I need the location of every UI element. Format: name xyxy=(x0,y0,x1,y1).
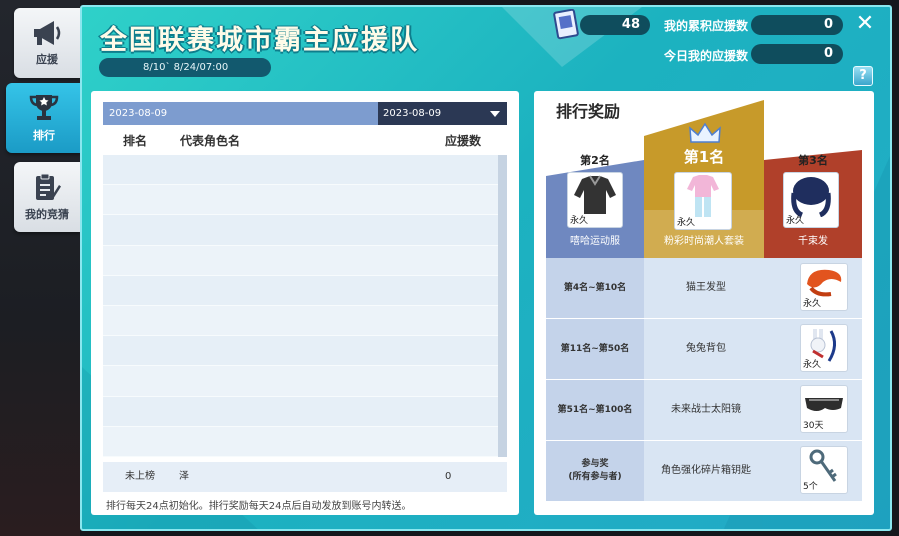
table-row xyxy=(103,215,507,246)
tab-my-bets-label: 我的竞猜 xyxy=(25,208,69,221)
ranking-note: 排行每天24点初始化。排行奖励每天24点后自动发放到账号内转送。 xyxy=(106,501,412,512)
date-from: 2023-08-09 xyxy=(109,108,168,119)
duration-tag: 永久 xyxy=(786,216,805,226)
date-dropdown[interactable]: 2023-08-09 xyxy=(378,102,507,125)
my-total-label: 我的累积应援数 xyxy=(664,19,749,33)
ticket-count: 48 xyxy=(580,15,650,35)
table-row xyxy=(103,245,507,276)
table-row xyxy=(103,305,507,337)
scrollbar[interactable] xyxy=(498,155,507,457)
tab-my-bets[interactable]: 我的竞猜 xyxy=(14,162,80,232)
my-count: 0 xyxy=(445,471,452,482)
tier-rank: 第11名~第50名 xyxy=(546,319,644,379)
duration-tag: 永久 xyxy=(803,360,822,370)
tier-item-name: 猫王发型 xyxy=(686,282,726,293)
tier-rank: 第51名~第100名 xyxy=(546,380,644,440)
podium-second-item: 嘻哈运动服 xyxy=(570,236,620,247)
tier-item-name: 未来战士太阳镜 xyxy=(671,404,741,415)
item-slot-chisato-hair[interactable]: 永久 xyxy=(783,172,839,228)
tab-ranking-label: 排行 xyxy=(33,129,55,142)
close-button[interactable]: ✕ xyxy=(854,13,876,35)
ticket-icon xyxy=(553,9,579,40)
podium-first-rank: 第1名 xyxy=(683,148,725,166)
table-row xyxy=(103,185,507,216)
duration-tag: 永久 xyxy=(803,299,822,309)
duration-tag: 5个 xyxy=(803,482,818,492)
ranking-table xyxy=(103,155,507,457)
trophy-icon xyxy=(29,95,59,120)
megaphone-icon xyxy=(34,21,61,45)
duration-tag: 永久 xyxy=(677,218,696,228)
my-rank-row: 未上榜 泽 0 xyxy=(103,462,507,492)
column-character: 代表角色名 xyxy=(180,134,241,148)
tier-item-name: 角色强化碎片箱钥匙 xyxy=(661,465,751,476)
tier-rank: 参与奖 (所有参与者) xyxy=(546,441,644,501)
hair-icon xyxy=(791,177,831,218)
tier-rank: 第4名~第10名 xyxy=(546,258,644,318)
item-slot-pastel-suit[interactable]: 永久 xyxy=(674,172,732,230)
tab-cheer-label: 应援 xyxy=(36,53,58,66)
reward-tier-4-10: 第4名~第10名 猫王发型 永久 xyxy=(546,258,862,318)
tab-cheer[interactable]: 应援 xyxy=(14,8,80,78)
table-row xyxy=(103,336,507,367)
column-count: 应援数 xyxy=(445,134,482,148)
tier-rank-line2: (所有参与者) xyxy=(568,472,622,482)
outfit-icon xyxy=(687,175,719,217)
jacket-icon xyxy=(574,175,616,214)
tab-ranking[interactable]: 排行 xyxy=(6,83,82,153)
podium-second-rank: 第2名 xyxy=(580,154,610,167)
table-row xyxy=(103,275,507,306)
podium-third-rank: 第3名 xyxy=(798,154,828,167)
item-slot-elvis-hair[interactable]: 永久 xyxy=(800,263,848,311)
my-total-value: 0 xyxy=(751,15,843,35)
duration-tag: 永久 xyxy=(570,216,589,226)
my-name: 泽 xyxy=(179,471,189,482)
help-button[interactable]: ? xyxy=(853,66,873,86)
table-row xyxy=(103,155,507,186)
crown-icon xyxy=(689,122,721,143)
reward-tier-51-100: 第51名~第100名 未来战士太阳镜 30天 xyxy=(546,380,862,440)
background-strip xyxy=(0,0,80,536)
item-slot-sunglasses[interactable]: 30天 xyxy=(800,385,848,433)
table-row xyxy=(103,426,507,457)
my-rank: 未上榜 xyxy=(125,471,155,482)
podium-first-item: 粉彩时尚潮人套装 xyxy=(664,236,744,247)
duration-tag: 30天 xyxy=(803,421,824,431)
page-title: 全国联赛城市霸主应援队 xyxy=(100,25,419,56)
podium-third-item: 千束发 xyxy=(798,236,828,247)
item-slot-bunny-backpack[interactable]: 永久 xyxy=(800,324,848,372)
tier-item-name: 兔兔背包 xyxy=(686,343,726,354)
date-dropdown-value: 2023-08-09 xyxy=(383,108,442,119)
tier-rank-line1: 参与奖 xyxy=(581,459,609,469)
clipboard-icon xyxy=(36,173,61,200)
reward-tier-11-50: 第11名~第50名 兔兔背包 永久 xyxy=(546,319,862,379)
table-row xyxy=(103,366,507,397)
today-value: 0 xyxy=(751,44,843,64)
chevron-down-icon xyxy=(490,111,500,117)
today-label: 今日我的应援数 xyxy=(664,49,749,63)
reward-tier-participation: 参与奖 (所有参与者) 角色强化碎片箱钥匙 5个 xyxy=(546,441,862,501)
item-slot-hiphop-suit[interactable]: 永久 xyxy=(567,172,623,228)
table-row xyxy=(103,396,507,427)
item-slot-key[interactable]: 5个 xyxy=(800,446,848,494)
column-rank: 排名 xyxy=(123,134,148,148)
event-period: 8/10` 8/24/07:00 xyxy=(99,58,271,77)
